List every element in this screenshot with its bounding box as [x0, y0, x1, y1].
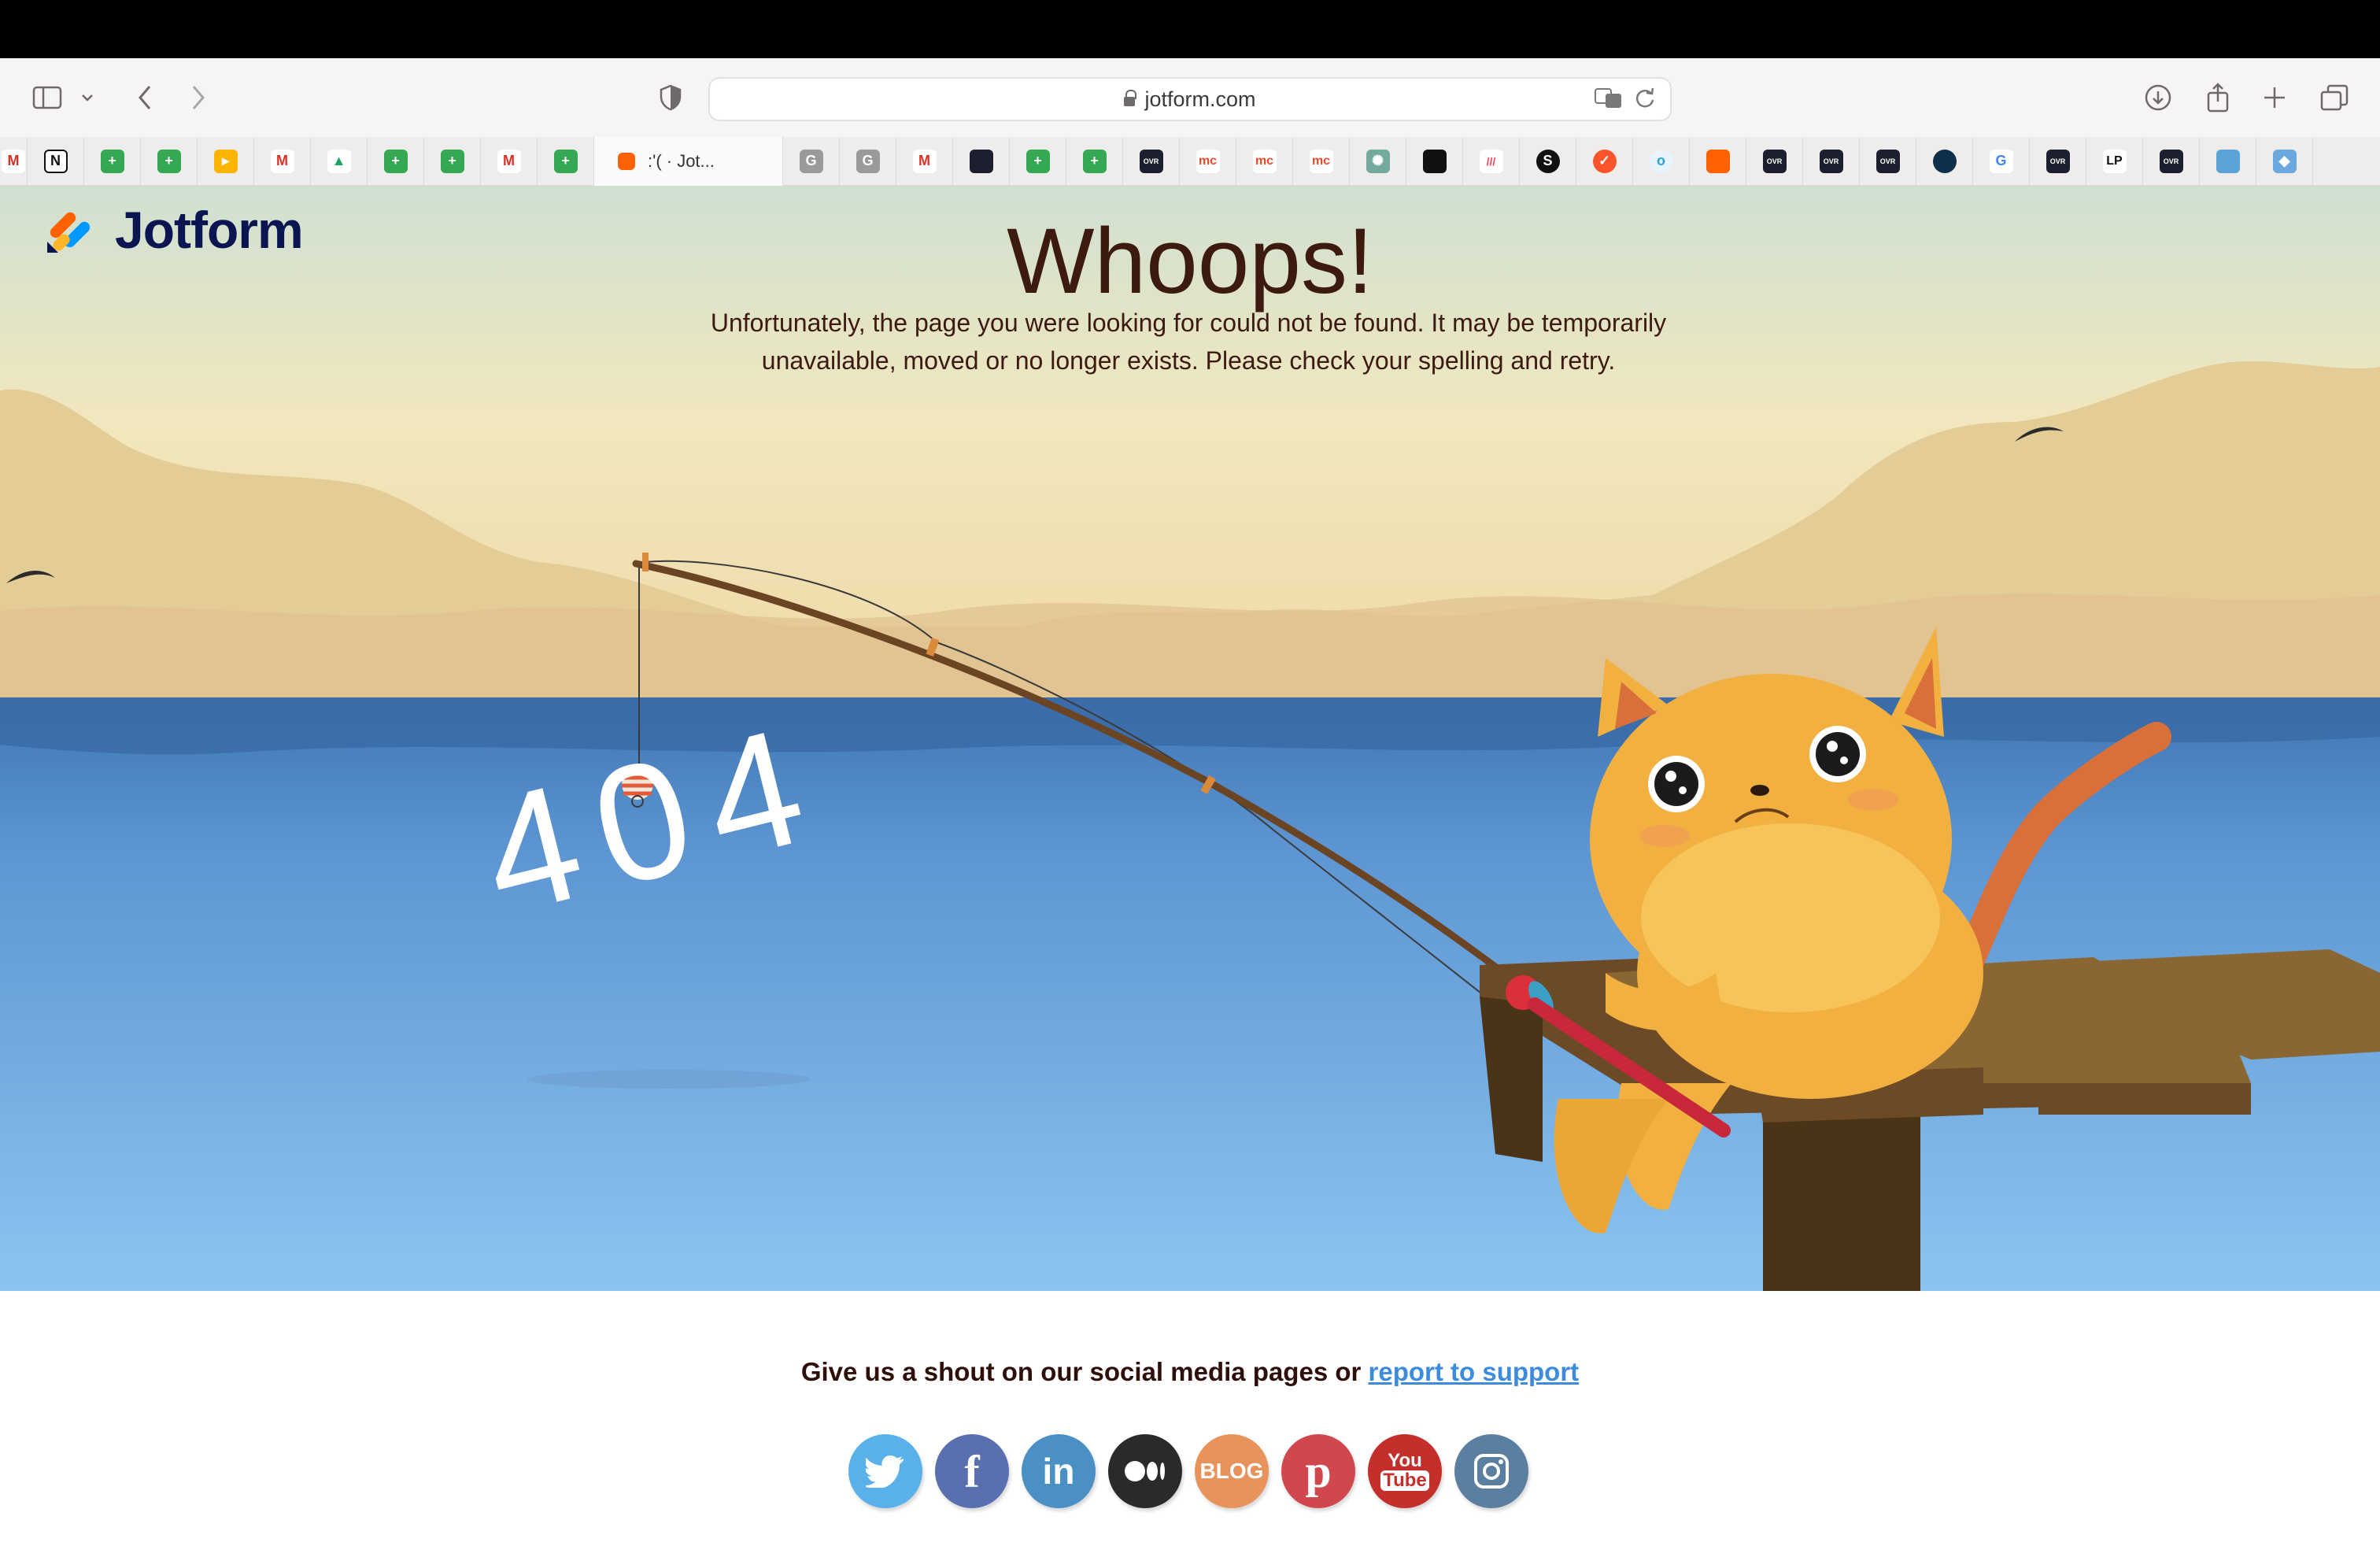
- brave-icon[interactable]: ✓: [1576, 136, 1633, 186]
- drive-icon[interactable]: ▲: [311, 136, 368, 186]
- circle-icon[interactable]: [1916, 136, 1973, 186]
- monday-icon[interactable]: ///: [1463, 136, 1520, 186]
- url-text: jotform.com: [1144, 87, 1256, 111]
- download-icon[interactable]: [2138, 77, 2179, 118]
- overwatt-icon[interactable]: OVR: [2143, 136, 2200, 186]
- blog-icon[interactable]: BLOG: [1195, 1434, 1269, 1508]
- privacy-shield-icon[interactable]: [650, 77, 691, 118]
- sheets-icon[interactable]: +: [141, 136, 198, 186]
- social-links: f in BLOG p You Tube: [848, 1434, 1528, 1508]
- lp-icon[interactable]: LP: [2086, 136, 2143, 186]
- address-bar[interactable]: jotform.com: [708, 77, 1672, 121]
- shout-text: Give us a shout on our social media page…: [0, 1357, 2380, 1387]
- lock-icon: [1124, 90, 1137, 106]
- tab-overview-icon[interactable]: [2314, 77, 2355, 118]
- dark-icon[interactable]: [1406, 136, 1463, 186]
- sheets-icon[interactable]: +: [1010, 136, 1066, 186]
- twitter-icon[interactable]: [848, 1434, 922, 1508]
- tab-bar: M N + + ▸ M ▲ + + M + :'( · Jot... G G M…: [0, 136, 2380, 186]
- sheets-icon[interactable]: +: [538, 136, 594, 186]
- google-icon[interactable]: G: [1973, 136, 2030, 186]
- dark-icon[interactable]: [953, 136, 1010, 186]
- notion-icon[interactable]: N: [28, 136, 84, 186]
- error-message-line-1: Unfortunately, the page you were looking…: [710, 309, 1667, 337]
- cube-icon[interactable]: [2200, 136, 2256, 186]
- pinterest-icon[interactable]: p: [1281, 1434, 1355, 1508]
- new-tab-icon[interactable]: [2254, 77, 2295, 118]
- mc-icon[interactable]: mc: [1180, 136, 1236, 186]
- back-icon[interactable]: [124, 77, 165, 118]
- g-icon[interactable]: G: [840, 136, 896, 186]
- linkedin-icon[interactable]: in: [1022, 1434, 1096, 1508]
- translate-icon[interactable]: [1595, 87, 1623, 116]
- footer: Give us a shout on our social media page…: [0, 1291, 2380, 1546]
- g-icon[interactable]: G: [783, 136, 840, 186]
- active-tab[interactable]: :'( · Jot...: [594, 136, 783, 186]
- report-to-support-link[interactable]: report to support: [1369, 1357, 1580, 1386]
- ring-icon[interactable]: o: [1633, 136, 1690, 186]
- overwatt-icon[interactable]: OVR: [1860, 136, 1916, 186]
- mc-icon[interactable]: mc: [1236, 136, 1293, 186]
- chatgpt-icon[interactable]: ✺: [1350, 136, 1406, 186]
- active-tab-title: :'( · Jot...: [648, 150, 715, 171]
- gmail-icon[interactable]: M: [896, 136, 953, 186]
- overwatt-icon[interactable]: OVR: [1746, 136, 1803, 186]
- youtube-icon[interactable]: You Tube: [1368, 1434, 1442, 1508]
- medium-icon[interactable]: [1108, 1434, 1182, 1508]
- gmail-icon[interactable]: M: [481, 136, 538, 186]
- gmail-icon[interactable]: M: [0, 136, 28, 186]
- youtube-label-top: You: [1388, 1450, 1422, 1471]
- chevron-down-icon[interactable]: [74, 77, 101, 118]
- system-menubar: [0, 0, 2380, 58]
- facebook-icon[interactable]: f: [935, 1434, 1009, 1508]
- page-content: 404 Jotform Whoops! Unfortunately, the p…: [0, 186, 2380, 1546]
- error-message-line-2: unavailable, moved or no longer exists. …: [761, 346, 1616, 375]
- overwatt-icon[interactable]: OVR: [1803, 136, 1860, 186]
- sheets-icon[interactable]: +: [1066, 136, 1123, 186]
- forward-icon[interactable]: [178, 77, 219, 118]
- jotform-icon[interactable]: [1690, 136, 1746, 186]
- instagram-icon[interactable]: [1454, 1434, 1528, 1508]
- overwatt-icon[interactable]: OVR: [1123, 136, 1180, 186]
- sheets-icon[interactable]: +: [424, 136, 481, 186]
- overwatt-icon[interactable]: OVR: [2030, 136, 2086, 186]
- youtube-label-bottom: Tube: [1380, 1470, 1429, 1491]
- tag-icon[interactable]: ◆: [2256, 136, 2313, 186]
- sidebar-toggle-icon[interactable]: [27, 77, 68, 118]
- sheets-icon[interactable]: +: [84, 136, 141, 186]
- airtable-icon[interactable]: ▸: [198, 136, 254, 186]
- browser-toolbar: jotform.com: [0, 58, 2380, 137]
- error-message: Unfortunately, the page you were looking…: [693, 304, 1684, 379]
- shout-text-label: Give us a shout on our social media page…: [800, 1357, 1369, 1386]
- jotform-tab-icon: [618, 152, 635, 170]
- page-title: Whoops!: [1007, 209, 1373, 313]
- gmail-icon[interactable]: M: [254, 136, 311, 186]
- mc-icon[interactable]: mc: [1293, 136, 1350, 186]
- s-icon[interactable]: S: [1520, 136, 1576, 186]
- sheets-icon[interactable]: +: [368, 136, 424, 186]
- share-icon[interactable]: [2197, 77, 2238, 118]
- reload-icon[interactable]: [1634, 87, 1656, 116]
